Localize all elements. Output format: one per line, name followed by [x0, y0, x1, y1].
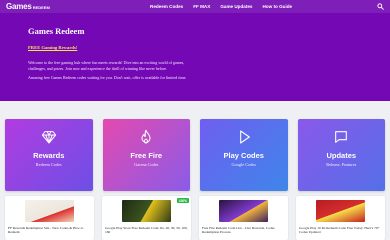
card-updates[interactable]: Updates Release, Features: [297, 119, 385, 191]
card-free-fire[interactable]: Free Fire Garena Codes: [102, 119, 190, 191]
hero-content: Games Redeem FREE Gaming Rewards! Welcom…: [28, 26, 203, 81]
logo-subtext: REDEEM: [32, 5, 50, 10]
chat-icon: [335, 131, 348, 143]
play-icon: [239, 130, 250, 144]
main-nav: Redeem Codes FF MAX Game Updates How to …: [150, 0, 292, 13]
card-title: Rewards: [33, 151, 65, 160]
nav-item-ff-max[interactable]: FF MAX: [193, 4, 210, 9]
card-subtitle: Google Codes: [231, 162, 256, 167]
article-title[interactable]: Free Fire Redeem Code List - Live Reward…: [202, 226, 286, 235]
article-thumbnail[interactable]: [316, 200, 365, 222]
search-icon[interactable]: [377, 3, 384, 10]
top-navbar: Games REDEEM Redeem Codes FF MAX Game Up…: [0, 0, 390, 13]
article-title[interactable]: Google Play Store Free Redeem Code: Rs. …: [105, 226, 189, 235]
card-subtitle: Redeem Codes: [35, 162, 62, 167]
hero-title: Games Redeem: [28, 26, 85, 36]
diamond-icon: [41, 131, 56, 144]
category-cards: Rewards Redeem Codes Free Fire Garena Co…: [5, 119, 385, 191]
card-subtitle: Garena Codes: [134, 162, 159, 167]
article-list: FF Rewards Redemption Site - New Codes &…: [5, 196, 385, 240]
article-title[interactable]: Google Play 10 Rs Redeem Code Free Today…: [299, 226, 383, 235]
article-title[interactable]: FF Rewards Redemption Site - New Codes &…: [8, 226, 92, 235]
card-title: Play Codes: [223, 151, 264, 160]
nav-item-redeem-codes[interactable]: Redeem Codes: [150, 4, 183, 9]
article-thumbnail[interactable]: [122, 200, 171, 222]
hero-rewards-link[interactable]: FREE Gaming Rewards!: [28, 45, 77, 50]
article-thumbnail[interactable]: [25, 200, 74, 222]
article-thumbnail[interactable]: [219, 200, 268, 222]
article-card[interactable]: Google Play 10 Rs Redeem Code Free Today…: [296, 196, 385, 240]
logo-text: Games: [6, 2, 32, 11]
article-card[interactable]: FF Rewards Redemption Site - New Codes &…: [5, 196, 94, 240]
card-title: Free Fire: [130, 151, 163, 160]
card-title: Updates: [326, 151, 357, 160]
nav-item-how-to-guide[interactable]: How to Guide: [262, 4, 292, 9]
card-subtitle: Release, Features: [326, 162, 357, 167]
card-play-codes[interactable]: Play Codes Google Codes: [200, 119, 288, 191]
site-logo[interactable]: Games REDEEM: [6, 2, 50, 11]
nav-item-game-updates[interactable]: Game Updates: [220, 4, 252, 9]
hero-intro-text: Welcome to the free gaming hub where fun…: [28, 60, 185, 71]
article-card[interactable]: 100% Google Play Store Free Redeem Code:…: [102, 196, 191, 240]
card-rewards[interactable]: Rewards Redeem Codes: [5, 119, 93, 191]
hero-offer-text: Amazing free Games Redeem codes waiting …: [28, 75, 187, 81]
hero-section: Games Redeem FREE Gaming Rewards! Welcom…: [0, 13, 390, 101]
flame-icon: [141, 129, 151, 144]
article-card[interactable]: Free Fire Redeem Code List - Live Reward…: [199, 196, 288, 240]
article-badge: 100%: [176, 198, 189, 203]
